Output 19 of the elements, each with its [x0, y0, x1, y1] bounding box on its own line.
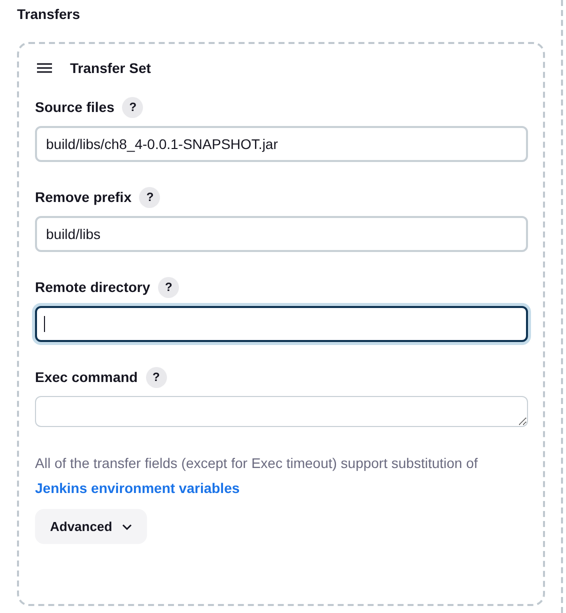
advanced-button[interactable]: Advanced: [35, 509, 148, 544]
text-field[interactable]: build/libs: [35, 216, 528, 252]
text-field[interactable]: [35, 306, 528, 342]
help-text: All of the transfer fields (except for Exec timeout) support substitution of: [35, 454, 479, 473]
text-field[interactable]: build/libs/ch8_4-0.0.1-SNAPSHOT.jar: [35, 126, 528, 162]
field-label: Remove prefix: [35, 189, 132, 205]
textarea-field[interactable]: [35, 396, 528, 427]
help-button[interactable]: ?: [158, 276, 180, 298]
help-button[interactable]: ?: [139, 186, 160, 208]
help-button[interactable]: ?: [146, 366, 167, 388]
field-label: Remote directory: [35, 279, 150, 295]
drag-handle-icon[interactable]: [37, 63, 52, 73]
caret-icon: [122, 524, 132, 530]
help-button[interactable]: ?: [122, 96, 144, 118]
environment-variables-link[interactable]: Jenkins environment variables: [35, 480, 240, 496]
card-title: Transfer Set: [70, 60, 151, 76]
field-label: Exec command: [35, 369, 138, 385]
field-label: Source files: [35, 99, 114, 115]
section-title: Transfers: [17, 6, 82, 24]
